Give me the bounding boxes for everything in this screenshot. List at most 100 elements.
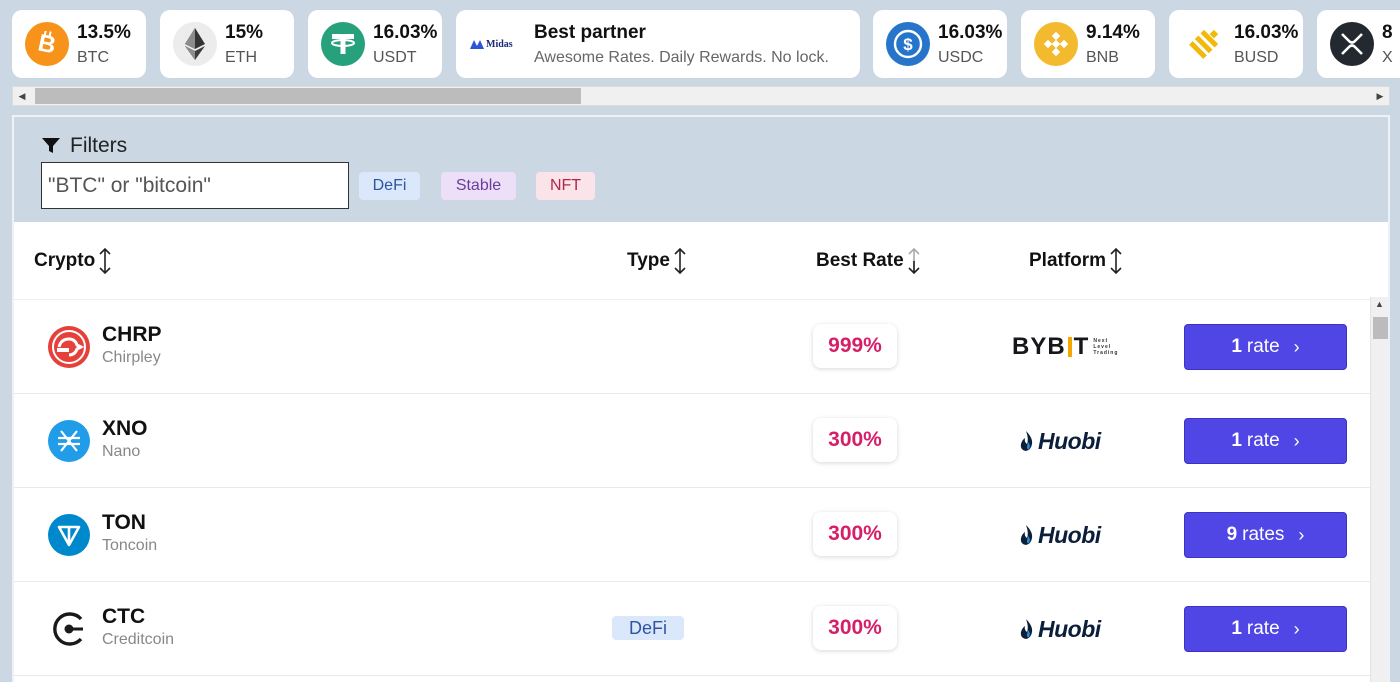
partner-card[interactable]: Midas Best partner Awesome Rates. Daily …: [456, 10, 860, 78]
column-label: Best Rate: [816, 250, 904, 271]
filters-heading: Filters: [42, 134, 127, 158]
platform-huobi[interactable]: Huobi: [1020, 518, 1101, 552]
scroll-up-arrow-icon[interactable]: ▲: [1375, 299, 1384, 309]
table-row[interactable]: XNO Nano 300% Huobi 1 rate ›: [14, 394, 1370, 488]
platform-name: Huobi: [1038, 521, 1101, 548]
best-rate-value: 999%: [813, 324, 897, 368]
column-header-best-rate[interactable]: Best Rate: [816, 248, 920, 274]
busd-icon: [1182, 22, 1226, 66]
table-vertical-scrollbar[interactable]: ▲: [1370, 297, 1388, 682]
table-row[interactable]: CHRP Chirpley 999% BYB T Next Level Tradi…: [14, 300, 1370, 394]
column-label: Type: [627, 250, 670, 271]
partner-title: Best partner: [534, 21, 646, 43]
ticker-card-eth[interactable]: 15% ETH: [160, 10, 294, 78]
table-row[interactable]: TON Toncoin 300% Huobi 9 rates ›: [14, 488, 1370, 582]
table-row[interactable]: CTC Creditcoin DeFi 300% Huobi 1 rate ›: [14, 582, 1370, 676]
column-label: Platform: [1029, 250, 1107, 271]
ticker-card-xrp[interactable]: 8 X: [1317, 10, 1400, 78]
ticker-rate: 9.14%: [1086, 21, 1140, 43]
coin-name: Nano: [102, 443, 141, 460]
ticker-symbol: ETH: [225, 48, 257, 66]
midas-logo: Midas: [470, 39, 520, 50]
platform-huobi[interactable]: Huobi: [1020, 612, 1101, 646]
rates-ticker: B 13.5% BTC 15% ETH 16.03% USDT Midas Be…: [0, 0, 1400, 88]
ticker-card-btc[interactable]: B 13.5% BTC: [12, 10, 146, 78]
search-input[interactable]: [41, 162, 349, 209]
filter-chip-defi[interactable]: DeFi: [359, 172, 420, 200]
ticker-card-usdt[interactable]: 16.03% USDT: [308, 10, 442, 78]
huobi-flame-icon: [1020, 431, 1033, 451]
tether-icon: [321, 22, 365, 66]
platform-name: Huobi: [1038, 427, 1101, 454]
ticker-rate: 13.5%: [77, 21, 131, 43]
ethereum-icon: [173, 22, 217, 66]
bitcoin-icon: B: [25, 22, 69, 66]
filter-funnel-icon: [42, 138, 60, 153]
view-rates-button[interactable]: 1 rate ›: [1184, 606, 1347, 652]
view-rates-button[interactable]: 1 rate ›: [1184, 418, 1347, 464]
sort-arrows-icon[interactable]: [99, 248, 111, 274]
coin-symbol: CHRP: [102, 323, 162, 346]
ticker-card-busd[interactable]: 16.03% BUSD: [1169, 10, 1303, 78]
ticker-horizontal-scrollbar[interactable]: ◀ ▶: [12, 86, 1390, 106]
filter-chip-nft[interactable]: NFT: [536, 172, 595, 200]
midas-mark-icon: [470, 39, 484, 49]
best-rate-value: 300%: [813, 512, 897, 556]
coin-symbol: XNO: [102, 417, 148, 440]
rates-unit: rate: [1246, 336, 1280, 357]
platform-huobi[interactable]: Huobi: [1020, 424, 1101, 458]
rates-count: 9: [1226, 524, 1238, 545]
platform-tagline: Next Level Trading: [1093, 338, 1119, 356]
sort-descending-icon[interactable]: [908, 248, 920, 274]
creditcoin-logo: [53, 612, 83, 646]
coin-symbol: TON: [102, 511, 146, 534]
coin-name: Creditcoin: [102, 631, 175, 648]
platform-name: Huobi: [1038, 615, 1101, 642]
ticker-card-usdc[interactable]: $ 16.03% USDC: [873, 10, 1007, 78]
ticker-symbol: X: [1382, 48, 1393, 66]
rates-count: 1: [1231, 336, 1242, 357]
filters-label: Filters: [70, 134, 128, 157]
ticker-symbol: USDT: [373, 48, 417, 66]
filter-chip-stable[interactable]: Stable: [441, 172, 516, 200]
ticker-symbol: BUSD: [1234, 48, 1279, 66]
scrollbar-thumb[interactable]: [35, 88, 581, 104]
ticker-rate: 8: [1382, 21, 1393, 43]
sort-arrows-icon[interactable]: [674, 248, 686, 274]
coin-name: Chirpley: [102, 349, 161, 366]
scroll-right-arrow-icon[interactable]: ▶: [1373, 89, 1387, 103]
ticker-rate: 15%: [225, 21, 264, 43]
ticker-symbol: BNB: [1086, 48, 1119, 66]
partner-subtitle: Awesome Rates. Daily Rewards. No lock.: [534, 48, 829, 66]
rates-panel: Filters DeFi Stable NFT Crypto Type Best…: [12, 115, 1390, 682]
platform-bybit[interactable]: BYB T Next Level Trading: [1012, 330, 1117, 364]
chevron-right-icon: ›: [1293, 336, 1300, 357]
coin-symbol: CTC: [102, 605, 146, 628]
best-rate-value: 300%: [813, 418, 897, 462]
ticker-rate: 16.03%: [1234, 21, 1299, 43]
column-header-crypto[interactable]: Crypto: [34, 248, 111, 274]
ticker-symbol: USDC: [938, 48, 984, 66]
sort-arrows-icon[interactable]: [1110, 248, 1122, 274]
type-badge-defi: DeFi: [612, 616, 684, 640]
view-rates-button[interactable]: 1 rate ›: [1184, 324, 1347, 370]
scroll-left-arrow-icon[interactable]: ◀: [15, 89, 29, 103]
column-header-type[interactable]: Type: [627, 248, 686, 274]
nano-logo: [48, 420, 90, 462]
column-header-platform[interactable]: Platform: [1029, 248, 1122, 274]
best-rate-value: 300%: [813, 606, 897, 650]
ticker-rate: 16.03%: [373, 21, 438, 43]
column-label: Crypto: [34, 250, 96, 271]
svg-text:$: $: [903, 35, 913, 54]
ticker-card-bnb[interactable]: 9.14% BNB: [1021, 10, 1155, 78]
scrollbar-thumb[interactable]: [1373, 317, 1388, 339]
svg-text:B: B: [36, 31, 59, 57]
chevron-right-icon: ›: [1293, 430, 1300, 451]
xrp-icon: [1330, 22, 1374, 66]
ticker-symbol: BTC: [77, 48, 109, 66]
chevron-right-icon: ›: [1298, 524, 1305, 545]
view-rates-button[interactable]: 9 rates ›: [1184, 512, 1347, 558]
partner-brand: Midas: [486, 38, 513, 50]
rates-table-body: CHRP Chirpley 999% BYB T Next Level Tradi…: [14, 300, 1370, 676]
huobi-flame-icon: [1020, 619, 1033, 639]
